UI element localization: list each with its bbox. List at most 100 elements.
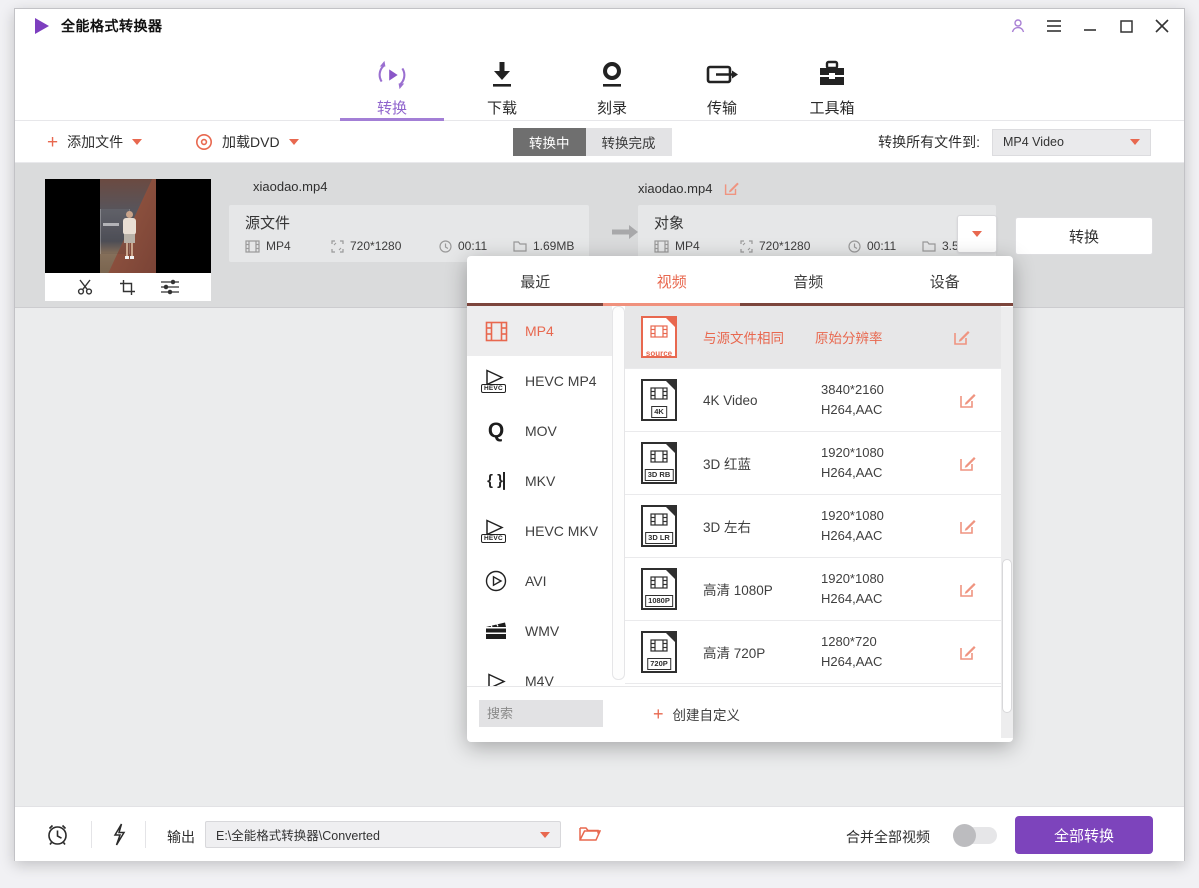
clock-icon bbox=[439, 240, 452, 253]
chevron-down-icon bbox=[1130, 139, 1140, 145]
format-item-hevc-mkv[interactable]: HEVC HEVC MKV bbox=[467, 506, 612, 556]
target-resolution: 720*1280 bbox=[759, 239, 810, 253]
edit-preset-icon[interactable] bbox=[957, 516, 977, 536]
video-thumbnail[interactable] bbox=[45, 179, 211, 273]
preset-hd-720p[interactable]: 720P 高清 720P 1280*720H264,AAC bbox=[625, 621, 1001, 684]
format-list-scrollbar[interactable] bbox=[612, 306, 625, 680]
preset-same-as-source[interactable]: source 与源文件相同 原始分辨率 bbox=[625, 306, 1001, 369]
app-title: 全能格式转换器 bbox=[61, 16, 163, 36]
target-format: MP4 bbox=[675, 239, 700, 253]
nav-tab-burn[interactable]: 刻录 bbox=[560, 51, 664, 118]
source-panel-title: 源文件 bbox=[245, 212, 589, 233]
crop-icon[interactable] bbox=[119, 279, 136, 296]
format-item-wmv[interactable]: WMV bbox=[467, 606, 612, 656]
chevron-down-icon bbox=[132, 139, 142, 145]
popup-footer: + 创建自定义 bbox=[467, 686, 1013, 742]
preset-3d-red-blue[interactable]: 3D RB 3D 红蓝 1920*1080H264,AAC bbox=[625, 432, 1001, 495]
popup-tab-video[interactable]: 视频 bbox=[604, 256, 741, 306]
open-folder-icon[interactable] bbox=[579, 825, 601, 843]
app-window: 全能格式转换器 bbox=[14, 8, 1185, 861]
folder-icon bbox=[922, 240, 936, 252]
edit-preset-icon[interactable] bbox=[957, 453, 977, 473]
format-item-avi[interactable]: AVI bbox=[467, 556, 612, 606]
nav-label: 转换 bbox=[377, 97, 407, 118]
popup-tab-recent[interactable]: 最近 bbox=[467, 256, 604, 306]
create-custom-button[interactable]: + 创建自定义 bbox=[653, 700, 740, 727]
merge-videos-label: 合并全部视频 bbox=[846, 827, 930, 847]
popup-tab-audio[interactable]: 音频 bbox=[740, 256, 877, 306]
output-path-value: E:\全能格式转换器\Converted bbox=[216, 825, 380, 844]
hevc-play-icon: HEVC bbox=[483, 519, 509, 543]
format-item-hevc-mp4[interactable]: HEVC HEVC MP4 bbox=[467, 356, 612, 406]
source-size: 1.69MB bbox=[533, 239, 574, 253]
main-nav: 转换 下载 刻录 bbox=[15, 43, 1184, 121]
output-format-value: MP4 Video bbox=[1003, 135, 1064, 149]
nav-tab-download[interactable]: 下载 bbox=[450, 51, 554, 118]
toolbar: + 添加文件 加载DVD 转换中 转换完成 转换所有文件到: MP4 Video bbox=[15, 121, 1184, 163]
nav-label: 刻录 bbox=[597, 97, 627, 118]
convert-all-button[interactable]: 全部转换 bbox=[1015, 816, 1153, 854]
nav-tab-transfer[interactable]: 传输 bbox=[670, 51, 774, 118]
preset-4k-video[interactable]: 4K 4K Video 3840*2160H264,AAC bbox=[625, 369, 1001, 432]
popup-tab-device[interactable]: 设备 bbox=[877, 256, 1014, 306]
output-format-select[interactable]: MP4 Video bbox=[992, 129, 1151, 156]
effects-sliders-icon[interactable] bbox=[160, 279, 180, 295]
nav-label: 工具箱 bbox=[809, 97, 854, 118]
load-dvd-button[interactable]: 加载DVD bbox=[195, 121, 299, 163]
preset-3d-left-right[interactable]: 3D LR 3D 左右 1920*1080H264,AAC bbox=[625, 495, 1001, 558]
preset-list-scrollbar[interactable] bbox=[1001, 307, 1013, 738]
preset-file-icon: 3D LR bbox=[641, 505, 677, 547]
target-format-dropdown-button[interactable] bbox=[957, 215, 997, 253]
search-input[interactable] bbox=[479, 700, 603, 727]
nav-tab-toolbox[interactable]: 工具箱 bbox=[780, 51, 884, 118]
resolution-icon bbox=[331, 240, 344, 253]
quicktime-icon: Q bbox=[467, 419, 525, 443]
edit-preset-icon[interactable] bbox=[957, 579, 977, 599]
divider bbox=[91, 821, 92, 848]
titlebar: 全能格式转换器 bbox=[15, 9, 1184, 43]
nav-label: 传输 bbox=[707, 97, 737, 118]
divider bbox=[145, 821, 146, 848]
merge-videos-toggle[interactable] bbox=[953, 827, 997, 844]
source-filename: xiaodao.mp4 bbox=[253, 179, 327, 194]
format-item-mov[interactable]: Q MOV bbox=[467, 406, 612, 456]
tab-converting[interactable]: 转换中 bbox=[513, 128, 586, 156]
format-item-mkv[interactable]: { } MKV bbox=[467, 456, 612, 506]
minimize-icon[interactable] bbox=[1082, 18, 1098, 34]
plus-icon: + bbox=[653, 705, 664, 723]
preset-hd-1080p[interactable]: 1080P 高清 1080P 1920*1080H264,AAC bbox=[625, 558, 1001, 621]
maximize-icon[interactable] bbox=[1118, 18, 1134, 34]
edit-preset-icon[interactable] bbox=[957, 642, 977, 662]
high-speed-icon[interactable] bbox=[111, 823, 127, 846]
trim-scissors-icon[interactable] bbox=[77, 279, 95, 295]
rename-edit-icon[interactable] bbox=[722, 179, 740, 197]
thumbnail-toolbar bbox=[45, 273, 211, 301]
tab-converted[interactable]: 转换完成 bbox=[586, 128, 672, 156]
format-item-m4v[interactable]: M4V bbox=[467, 656, 612, 686]
resolution-icon bbox=[740, 240, 753, 253]
account-icon[interactable] bbox=[1010, 18, 1026, 34]
output-label: 输出 bbox=[167, 827, 195, 847]
bottom-bar: 输出 E:\全能格式转换器\Converted 合并全部视频 全部转换 bbox=[15, 806, 1184, 861]
edit-preset-icon[interactable] bbox=[957, 390, 977, 410]
convert-all-to-label: 转换所有文件到: bbox=[878, 132, 980, 152]
target-info-panel: 对象 MP4 720*1280 00:11 3.52MB bbox=[638, 205, 996, 262]
format-picker-popup: 最近 视频 音频 设备 MP4 HEVC bbox=[467, 256, 1013, 742]
plus-icon: + bbox=[47, 133, 58, 152]
menu-icon[interactable] bbox=[1046, 18, 1062, 34]
edit-preset-icon[interactable] bbox=[951, 327, 971, 347]
source-duration: 00:11 bbox=[458, 239, 487, 253]
film-icon bbox=[654, 240, 669, 253]
schedule-alarm-icon[interactable] bbox=[45, 822, 70, 847]
create-custom-label: 创建自定义 bbox=[673, 704, 741, 724]
output-path-select[interactable]: E:\全能格式转换器\Converted bbox=[205, 821, 561, 848]
nav-label: 下载 bbox=[487, 97, 517, 118]
add-files-button[interactable]: + 添加文件 bbox=[47, 121, 142, 163]
nav-tab-convert[interactable]: 转换 bbox=[340, 51, 444, 118]
target-duration: 00:11 bbox=[867, 239, 896, 253]
format-item-mp4[interactable]: MP4 bbox=[467, 306, 612, 356]
convert-button[interactable]: 转换 bbox=[1015, 217, 1153, 255]
toggle-knob bbox=[953, 824, 976, 847]
close-icon[interactable] bbox=[1154, 18, 1170, 34]
chevron-down-icon bbox=[972, 231, 982, 237]
